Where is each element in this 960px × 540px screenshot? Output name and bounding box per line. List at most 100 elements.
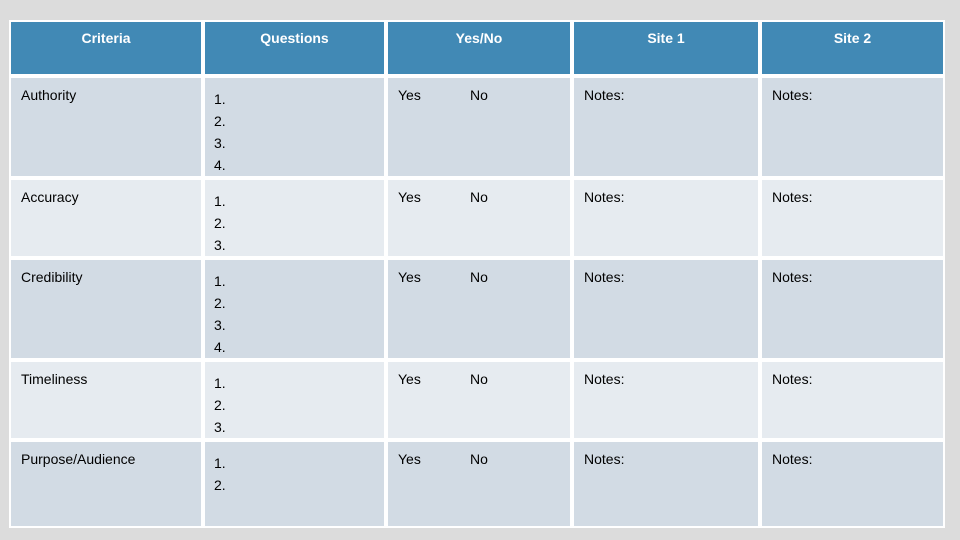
criteria-cell: Purpose/Audience — [9, 440, 203, 528]
site1-notes-label: Notes: — [584, 189, 625, 205]
site2-notes-cell[interactable]: Notes: — [760, 178, 945, 258]
questions-cell: 1. 2. 3. — [203, 178, 386, 258]
site2-notes-cell[interactable]: Notes: — [760, 76, 945, 178]
site2-notes-label: Notes: — [772, 371, 813, 387]
no-option[interactable]: No — [470, 372, 488, 386]
questions-list-wrap: 1. 2. — [205, 442, 384, 496]
questions-list-wrap: 1. 2. 3. — [205, 362, 384, 438]
yes-option[interactable]: Yes — [398, 190, 470, 204]
criteria-cell: Credibility — [9, 258, 203, 360]
criteria-cell: Authority — [9, 76, 203, 178]
site1-notes-label: Notes: — [584, 269, 625, 285]
yes-option[interactable]: Yes — [398, 88, 470, 102]
question-item: 1. — [214, 375, 226, 391]
criteria-cell: Timeliness — [9, 360, 203, 440]
table-header: Criteria Questions Yes/No Site 1 Site 2 — [9, 20, 945, 76]
question-item: 1. — [214, 273, 226, 289]
site1-notes-cell[interactable]: Notes: — [572, 440, 760, 528]
question-item: 2. — [214, 295, 226, 311]
question-item: 2. — [214, 113, 226, 129]
yesno-wrap: Yes No — [388, 78, 570, 102]
site2-notes-cell[interactable]: Notes: — [760, 258, 945, 360]
yesno-wrap: Yes No — [388, 260, 570, 284]
question-item: 3. — [214, 135, 226, 151]
yesno-cell: Yes No — [386, 178, 572, 258]
yesno-cell: Yes No — [386, 360, 572, 440]
question-item: 2. — [214, 397, 226, 413]
site2-notes-label: Notes: — [772, 451, 813, 467]
questions-cell: 1. 2. 3. 4. — [203, 258, 386, 360]
site2-notes-cell[interactable]: Notes: — [760, 440, 945, 528]
column-header-yesno-label: Yes/No — [455, 30, 503, 46]
column-header-site2-label: Site 2 — [833, 30, 872, 46]
slide-canvas: Criteria Questions Yes/No Site 1 Site 2 — [0, 0, 960, 540]
no-option[interactable]: No — [470, 270, 488, 284]
questions-list: 1. 2. 3. 4. — [214, 270, 384, 358]
yesno-cell: Yes No — [386, 258, 572, 360]
questions-list-wrap: 1. 2. 3. — [205, 180, 384, 256]
question-item: 2. — [214, 215, 226, 231]
column-header-criteria: Criteria — [9, 20, 203, 76]
question-item: 1. — [214, 91, 226, 107]
criteria-label: Purpose/Audience — [21, 451, 136, 467]
site1-notes-cell[interactable]: Notes: — [572, 76, 760, 178]
questions-list-wrap: 1. 2. 3. 4. — [205, 78, 384, 176]
header-row: Criteria Questions Yes/No Site 1 Site 2 — [9, 20, 945, 76]
table-row: Timeliness 1. 2. 3. Yes No Notes: Notes: — [9, 360, 945, 440]
website-evaluation-table: Criteria Questions Yes/No Site 1 Site 2 — [9, 20, 945, 528]
table-row: Authority 1. 2. 3. 4. Yes No Notes: Note… — [9, 76, 945, 178]
questions-cell: 1. 2. 3. 4. — [203, 76, 386, 178]
no-option[interactable]: No — [470, 452, 488, 466]
site1-notes-label: Notes: — [584, 451, 625, 467]
question-item: 3. — [214, 317, 226, 333]
column-header-site2: Site 2 — [760, 20, 945, 76]
yesno-wrap: Yes No — [388, 180, 570, 204]
site1-notes-label: Notes: — [584, 87, 625, 103]
table-row: Purpose/Audience 1. 2. Yes No Notes: Not… — [9, 440, 945, 528]
question-item: 3. — [214, 419, 226, 435]
question-item: 1. — [214, 193, 226, 209]
yes-option[interactable]: Yes — [398, 452, 470, 466]
yesno-wrap: Yes No — [388, 362, 570, 386]
questions-cell: 1. 2. 3. — [203, 360, 386, 440]
column-header-site1: Site 1 — [572, 20, 760, 76]
column-header-criteria-label: Criteria — [81, 30, 131, 46]
question-item: 3. — [214, 237, 226, 253]
table-body: Authority 1. 2. 3. 4. Yes No Notes: Note… — [9, 76, 945, 528]
questions-list: 1. 2. — [214, 452, 384, 496]
site1-notes-cell[interactable]: Notes: — [572, 360, 760, 440]
no-option[interactable]: No — [470, 88, 488, 102]
site2-notes-label: Notes: — [772, 269, 813, 285]
question-item: 2. — [214, 477, 226, 493]
question-item: 4. — [214, 157, 226, 173]
site1-notes-cell[interactable]: Notes: — [572, 178, 760, 258]
questions-cell: 1. 2. — [203, 440, 386, 528]
question-item: 1. — [214, 455, 226, 471]
yesno-cell: Yes No — [386, 76, 572, 178]
column-header-questions-label: Questions — [260, 30, 329, 46]
site1-notes-label: Notes: — [584, 371, 625, 387]
site1-notes-cell[interactable]: Notes: — [572, 258, 760, 360]
site2-notes-label: Notes: — [772, 189, 813, 205]
yes-option[interactable]: Yes — [398, 270, 470, 284]
column-header-yesno: Yes/No — [386, 20, 572, 76]
criteria-label: Credibility — [21, 269, 83, 285]
criteria-label: Timeliness — [21, 371, 88, 387]
column-header-site1-label: Site 1 — [647, 30, 685, 46]
yesno-wrap: Yes No — [388, 442, 570, 466]
yes-option[interactable]: Yes — [398, 372, 470, 386]
table-row: Credibility 1. 2. 3. 4. Yes No Notes: No… — [9, 258, 945, 360]
yesno-cell: Yes No — [386, 440, 572, 528]
column-header-questions: Questions — [203, 20, 386, 76]
no-option[interactable]: No — [470, 190, 488, 204]
table-row: Accuracy 1. 2. 3. Yes No Notes: Notes: — [9, 178, 945, 258]
question-item: 4. — [214, 339, 226, 355]
questions-list-wrap: 1. 2. 3. 4. — [205, 260, 384, 358]
questions-list: 1. 2. 3. 4. — [214, 88, 384, 176]
criteria-label: Authority — [21, 87, 77, 103]
site2-notes-label: Notes: — [772, 87, 813, 103]
criteria-label: Accuracy — [21, 189, 79, 205]
criteria-cell: Accuracy — [9, 178, 203, 258]
questions-list: 1. 2. 3. — [214, 190, 384, 256]
site2-notes-cell[interactable]: Notes: — [760, 360, 945, 440]
